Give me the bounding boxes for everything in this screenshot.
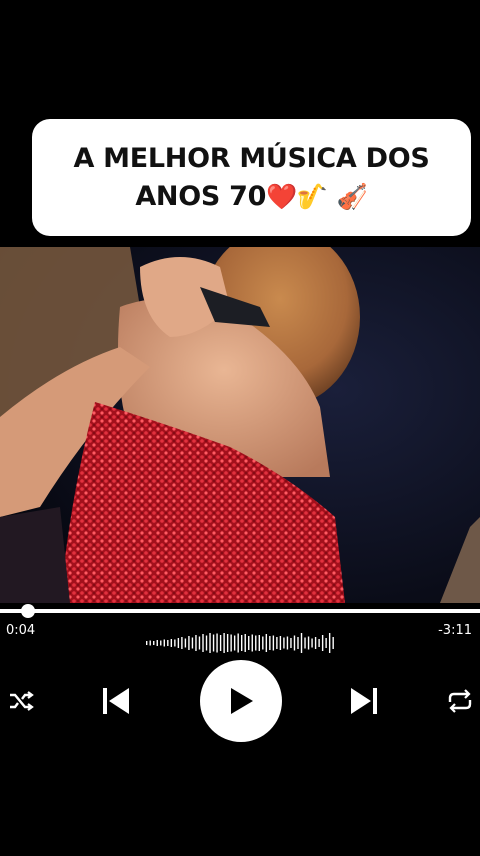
- waveform-bar: [328, 633, 331, 653]
- waveform-bar: [223, 633, 225, 653]
- waveform-bar: [255, 635, 257, 651]
- caption-main-text: A MELHOR MÚSICA DOS ANOS 70: [73, 142, 430, 212]
- waveform-bar: [170, 639, 173, 647]
- play-button[interactable]: [200, 660, 282, 742]
- waveform-bar: [230, 634, 232, 652]
- skip-next-icon[interactable]: [348, 685, 380, 717]
- video-frame[interactable]: [0, 247, 480, 603]
- saxophone-emoji: 🎷: [296, 181, 328, 211]
- waveform-bar: [163, 639, 165, 647]
- remaining-time: -3:11: [438, 623, 472, 638]
- waveform-bar: [167, 640, 169, 646]
- shuffle-icon[interactable]: [6, 686, 36, 716]
- waveform-bar: [321, 635, 324, 651]
- waveform-bar: [304, 637, 306, 649]
- caption-box: A MELHOR MÚSICA DOS ANOS 70❤️🎷 🎻: [32, 119, 471, 236]
- waveform-bar: [160, 640, 162, 646]
- waveform-bar: [325, 638, 327, 648]
- waveform-bar: [181, 637, 183, 649]
- waveform-bar: [198, 636, 201, 650]
- progress-bar[interactable]: [0, 604, 480, 618]
- violin-emoji: 🎻: [336, 181, 368, 211]
- waveform-bar: [279, 636, 282, 650]
- caption-title: A MELHOR MÚSICA DOS ANOS 70❤️🎷 🎻: [63, 140, 439, 216]
- progress-played: [0, 609, 11, 613]
- waveform-bar: [262, 636, 264, 650]
- waveform-bar: [209, 633, 211, 653]
- waveform-bar: [293, 635, 296, 651]
- waveform-bar: [258, 635, 260, 651]
- waveform-bar: [318, 639, 320, 647]
- waveform-bar: [332, 637, 334, 649]
- waveform-bar: [300, 633, 303, 653]
- waveform-bar: [226, 634, 229, 652]
- play-icon: [231, 688, 253, 714]
- video-image: [0, 247, 480, 603]
- waveform-bar: [272, 635, 275, 651]
- waveform-bar: [216, 633, 218, 653]
- waveform-bar: [248, 636, 250, 650]
- waveform-bar: [153, 641, 155, 645]
- progress-thumb[interactable]: [21, 604, 36, 618]
- repeat-icon[interactable]: [444, 686, 476, 716]
- waveform-bar: [265, 634, 268, 652]
- waveform-bar: [146, 641, 148, 645]
- waveform-bar: [184, 638, 187, 648]
- waveform-bar: [195, 635, 197, 651]
- elapsed-time: 0:04: [6, 623, 36, 638]
- waveform-bar: [219, 635, 222, 651]
- waveform-bar: [156, 640, 158, 646]
- waveform-bar: [233, 635, 236, 651]
- waveform-bar: [212, 634, 215, 652]
- waveform-bar: [276, 637, 278, 649]
- waveform-bar: [177, 638, 180, 648]
- waveform-bar: [241, 635, 243, 651]
- waveform-bar: [314, 637, 317, 649]
- waveform-bar: [286, 636, 289, 650]
- waveform-bar: [290, 638, 292, 648]
- waveform-bar: [283, 637, 285, 649]
- waveform-bar: [237, 633, 239, 653]
- waveform-bar: [191, 637, 194, 649]
- waveform-bar: [311, 638, 313, 648]
- waveform-bar: [307, 636, 310, 650]
- waveform-bar: [251, 634, 253, 652]
- waveform-bar: [297, 637, 299, 649]
- waveform-bar: [202, 634, 204, 652]
- waveform-bar: [244, 634, 246, 652]
- waveform-bar: [205, 635, 208, 651]
- waveform-bar: [269, 636, 271, 650]
- heart-emoji: ❤️: [266, 181, 297, 211]
- waveform-bar: [149, 640, 151, 646]
- audio-waveform: [146, 633, 334, 653]
- waveform-bar: [174, 639, 176, 647]
- skip-previous-icon[interactable]: [100, 685, 132, 717]
- waveform-bar: [188, 636, 190, 650]
